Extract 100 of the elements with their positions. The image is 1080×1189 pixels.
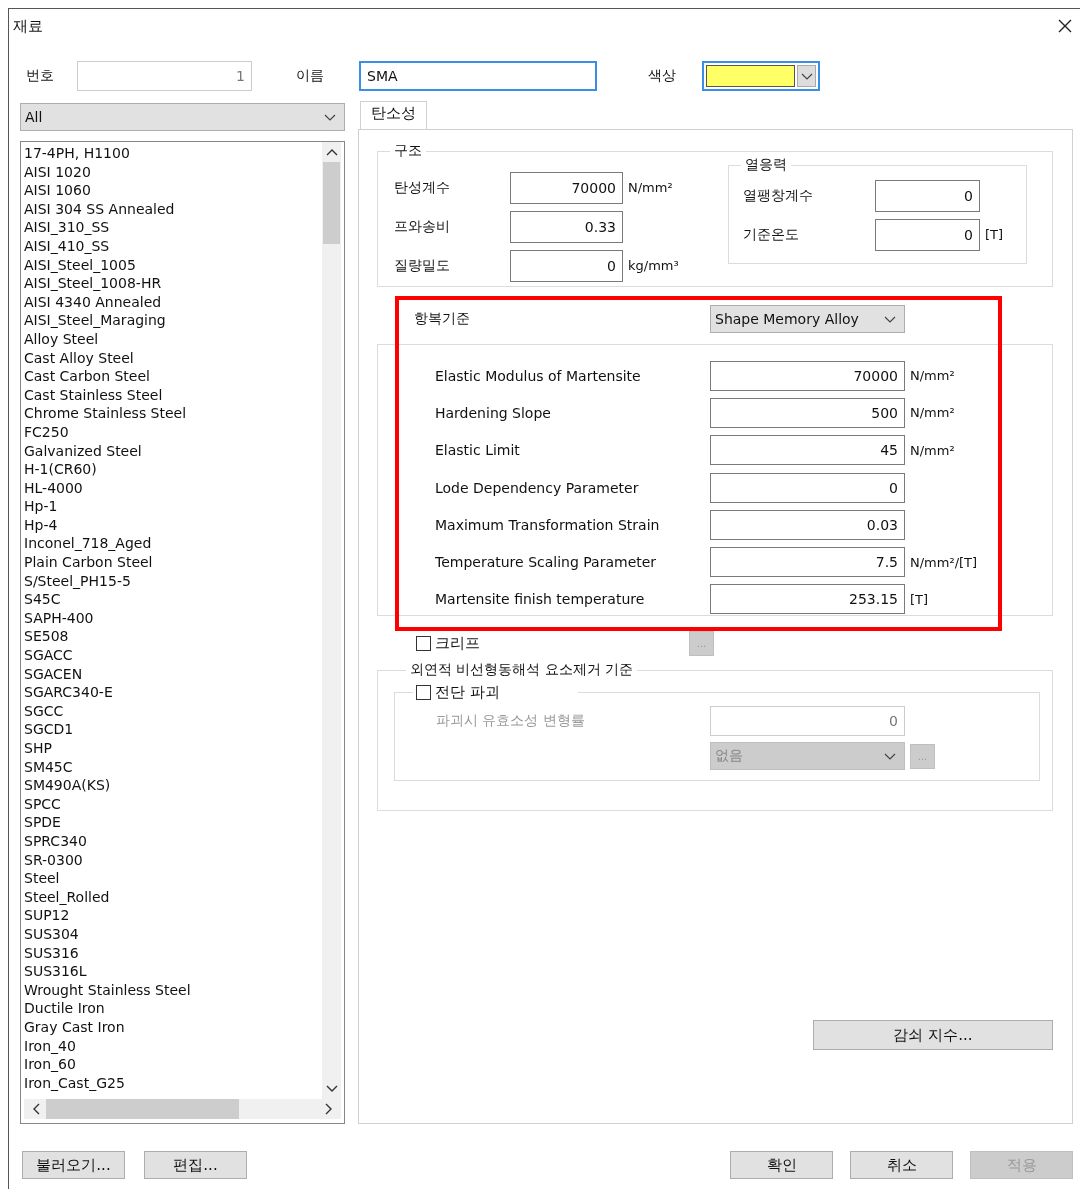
list-item[interactable]: SUS316L [24,962,322,981]
list-item[interactable]: Alloy Steel [24,329,322,349]
field-label: Temperature Scaling Parameter [435,554,658,571]
list-item[interactable]: Steel [24,869,322,888]
tab[interactable]: 탄소성 [360,101,427,129]
list-item[interactable]: AISI_Steel_1008-HR [24,274,322,293]
list-item[interactable]: Cast Alloy Steel [24,348,322,368]
name-field[interactable]: SMA [359,61,597,91]
unit-label: N/mm² [628,180,673,195]
list-item[interactable]: SPCC [24,794,322,814]
list-item[interactable]: SGACEN [24,664,322,684]
color-picker[interactable] [702,61,820,91]
list-item[interactable]: Wrought Stainless Steel [24,980,322,1000]
checkbox-label: 크리프 [435,633,481,653]
list-item[interactable]: SUS304 [24,924,322,944]
list-item[interactable]: SPRC340 [24,831,322,851]
list-item[interactable]: Plain Carbon Steel [24,553,322,572]
yield-label: 항복기준 [414,310,471,328]
filter-dropdown[interactable]: All [20,103,345,131]
list-item[interactable]: SUS316 [24,943,322,963]
list-item[interactable]: Ductile Iron [24,999,322,1018]
list-item[interactable]: FC250 [24,422,322,442]
dialog-button[interactable]: 편집... [144,1151,247,1179]
unit-label: [T] [910,591,929,607]
list-item[interactable]: S45C [24,590,322,609]
list-item[interactable]: Cast Carbon Steel [24,367,322,386]
list-item[interactable]: AISI 1020 [24,162,322,182]
list-item[interactable]: SGACC [24,646,322,665]
list-item[interactable]: Iron_Cast_G25 [24,1073,322,1093]
list-item[interactable]: AISI_Steel_Maraging [24,311,322,330]
field-label: Hardening Slope [435,404,552,421]
list-item[interactable]: SPDE [24,813,322,832]
field-label: 열팽창계수 [743,186,814,205]
horizontal-scrollbar[interactable] [24,1099,341,1119]
scroll-left-icon [32,1103,40,1115]
list-item[interactable]: H-1(CR60) [24,460,322,479]
list-item[interactable]: SAPH-400 [24,608,322,628]
list-item[interactable]: Gray Cast Iron [24,1017,322,1037]
scroll-thumb[interactable] [46,1099,239,1119]
list-item[interactable]: Hp-1 [24,497,322,516]
close-button[interactable] [1056,17,1074,35]
dialog-button[interactable]: 확인 [730,1151,833,1179]
list-item[interactable]: S/Steel_PH15-5 [24,571,322,591]
list-item[interactable]: Iron_60 [24,1055,322,1074]
scroll-up-icon [325,148,338,156]
yield-dropdown[interactable]: Shape Memory Alloy [710,305,905,333]
number-label: 번호 [25,67,55,85]
list-item[interactable]: AISI_310_SS [24,218,322,237]
unit-label: N/mm² [910,368,955,384]
value-field[interactable]: 0 [510,249,623,282]
list-item[interactable]: SGCD1 [24,720,322,739]
caret-icon [324,113,336,121]
list-item[interactable]: Galvanized Steel [24,441,322,461]
list-item[interactable]: SHP [24,739,322,758]
list-item[interactable]: Inconel_718_Aged [24,534,322,554]
list-item[interactable]: Iron_40 [24,1036,322,1056]
list-item[interactable]: Cast Stainless Steel [24,385,322,405]
list-item[interactable]: SR-0300 [24,850,322,870]
caret-icon [884,752,896,760]
damping-button[interactable]: 감쇠 지수... [813,1020,1053,1050]
value-field[interactable]: 70000 [510,171,623,204]
group-title: 외연적 비선형동해석 요소제거 기준 [409,661,635,679]
close-icon [1058,19,1072,33]
field-label: Lode Dependency Parameter [435,479,640,496]
scroll-thumb[interactable] [323,162,340,244]
value-field[interactable]: 0.33 [510,210,623,243]
value-field[interactable]: 0.03 [710,509,905,540]
list-item[interactable]: AISI 4340 Annealed [24,292,322,312]
group-title: 구조 [393,142,423,160]
value-field[interactable]: 7.5 [710,547,905,578]
list-item[interactable]: 17-4PH, H1100 [24,144,322,163]
field-label: 탄성계수 [394,178,451,197]
unit-label: kg/mm³ [628,258,679,273]
value-field[interactable]: 0 [875,218,980,251]
list-item[interactable]: SM490A(KS) [24,776,322,795]
list-item[interactable]: SGARC340-E [24,683,322,702]
value-field[interactable]: 500 [710,397,905,428]
value-field[interactable]: 0 [710,472,905,503]
vertical-scrollbar[interactable] [322,142,341,1099]
value-field[interactable]: 45 [710,435,905,466]
dialog-button[interactable]: 취소 [850,1151,953,1179]
list-item[interactable]: AISI_Steel_1005 [24,255,322,275]
list-item[interactable]: Hp-4 [24,515,322,535]
value-field[interactable]: 0 [875,179,980,212]
list-item[interactable]: Chrome Stainless Steel [24,404,322,423]
caret-icon [800,72,813,80]
list-item[interactable]: AISI_410_SS [24,236,322,256]
field-label: Elastic Limit [435,442,521,459]
list-item[interactable]: Steel_Rolled [24,887,322,907]
value-field[interactable]: 253.15 [710,584,905,615]
list-item[interactable]: SE508 [24,627,322,647]
list-item[interactable]: HL-4000 [24,478,322,498]
list-item[interactable]: SUP12 [24,906,322,925]
unit-label: N/mm² [910,405,955,421]
dialog-button[interactable]: 불러오기... [22,1151,125,1179]
list-item[interactable]: SM45C [24,757,322,777]
list-item[interactable]: SGCC [24,701,322,721]
list-item[interactable]: AISI 304 SS Annealed [24,199,322,219]
value-field[interactable]: 70000 [710,360,905,391]
list-item[interactable]: AISI 1060 [24,181,322,200]
